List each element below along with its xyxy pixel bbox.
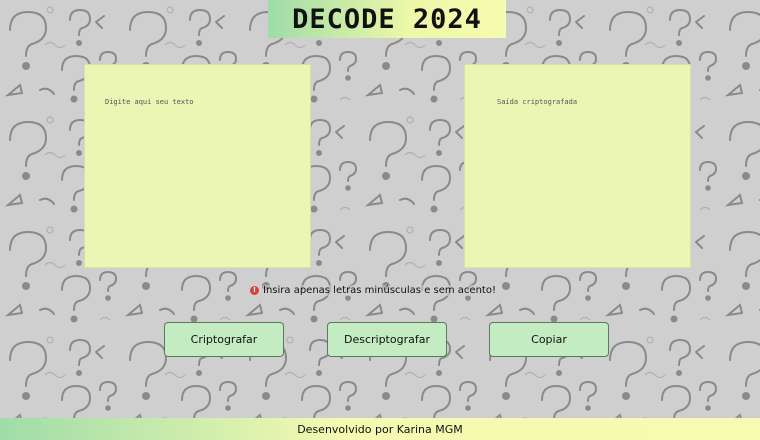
output-text: Saída criptografada [497,98,578,106]
input-textarea[interactable] [85,65,310,267]
title-banner: DECODE 2024 [268,0,506,38]
page-title: DECODE 2024 [292,3,482,35]
warning-icon: ! [250,285,259,295]
output-panel: Saída criptografada [464,64,691,268]
footer: Desenvolvido por Karina MGM [0,418,760,440]
warning-text: Insira apenas letras minúsculas e sem ac… [263,284,496,296]
input-panel [84,64,311,268]
copy-button[interactable]: Copiar [489,322,609,357]
warning-message: ! Insira apenas letras minúsculas e sem … [250,283,496,297]
encrypt-button[interactable]: Criptografar [164,322,284,357]
decrypt-button[interactable]: Descriptografar [327,322,447,357]
footer-text: Desenvolvido por Karina MGM [297,422,463,436]
